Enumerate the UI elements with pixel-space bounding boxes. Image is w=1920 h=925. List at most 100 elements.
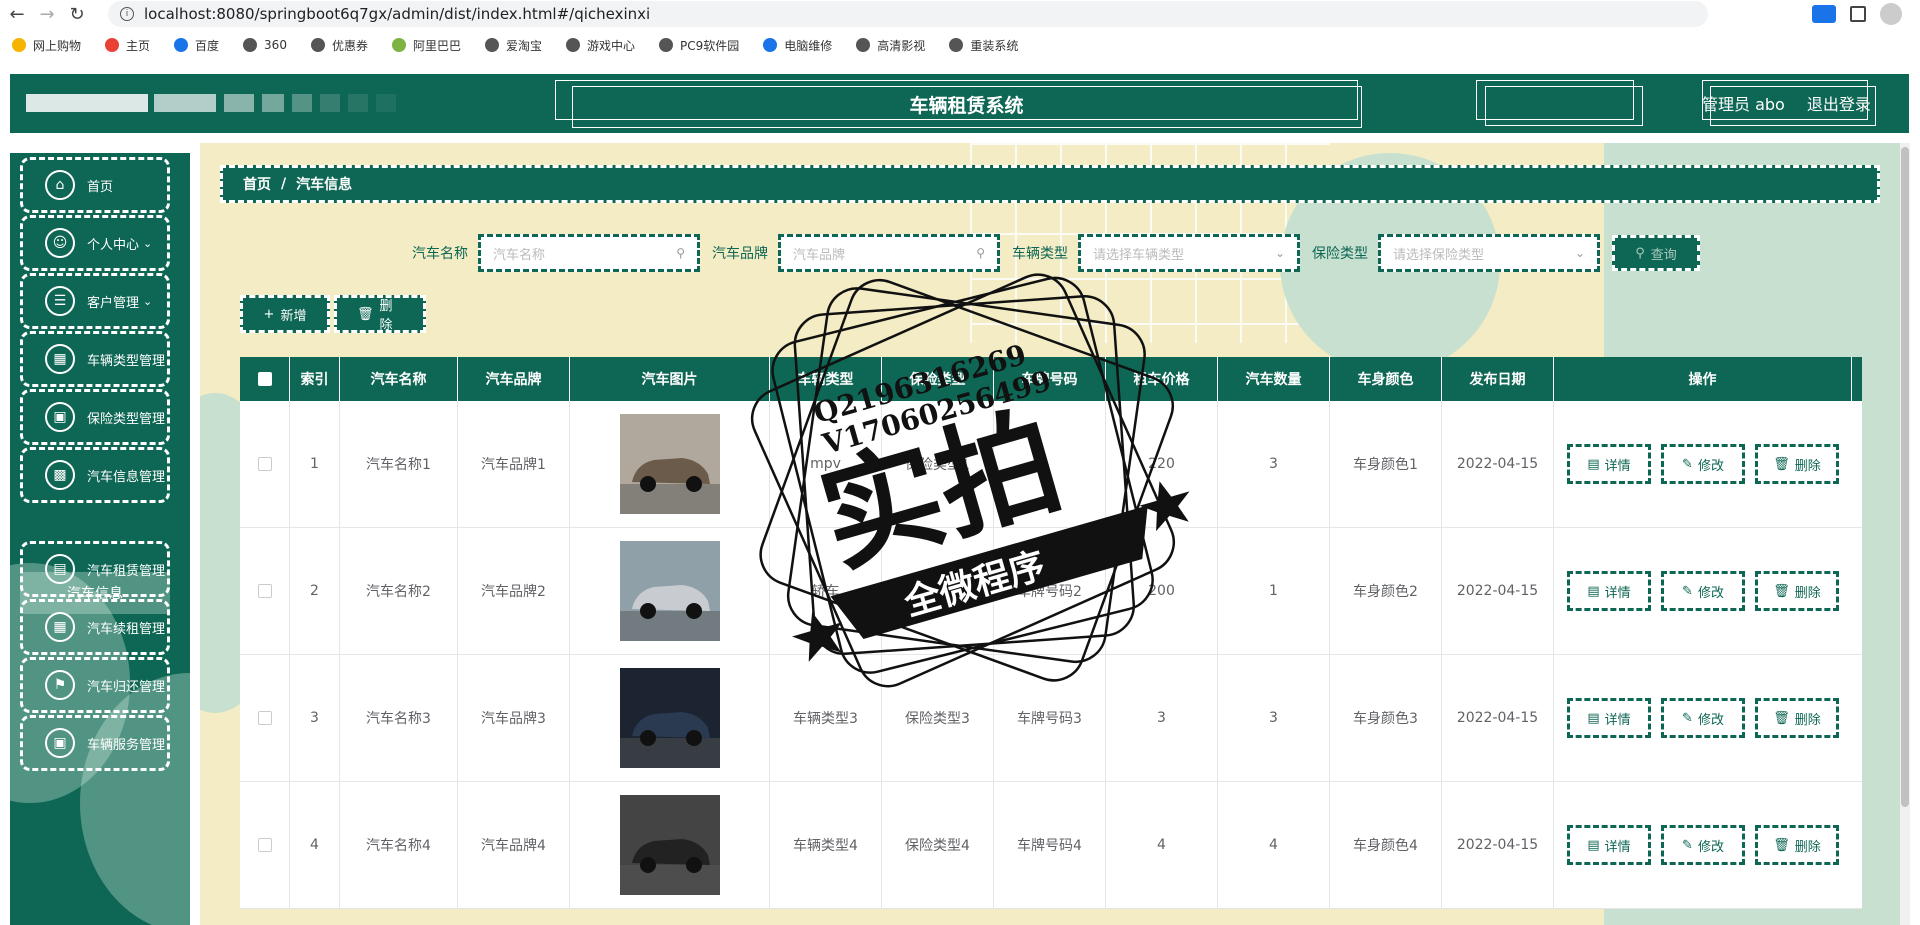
sidebar-item-8[interactable]: ⚑ 汽车归还管理: [20, 657, 170, 713]
sidebar-item-4[interactable]: ▣ 保险类型管理: [20, 389, 170, 445]
bookmark-item[interactable]: 电脑维修: [763, 37, 832, 54]
delete-row-label: 删除: [1794, 712, 1821, 728]
address-bar[interactable]: i localhost:8080/springboot6q7gx/admin/d…: [108, 1, 1708, 27]
row-select-cell[interactable]: [240, 655, 290, 781]
back-icon[interactable]: ←: [4, 1, 30, 27]
bookmark-item[interactable]: 360: [243, 38, 287, 52]
detail-button[interactable]: ▤ 详情: [1567, 698, 1651, 738]
delete-row-button[interactable]: 🗑 删除: [1755, 571, 1839, 611]
cell-index: 2: [290, 528, 340, 654]
car-name-input[interactable]: 汽车名称 ⚲: [478, 234, 700, 272]
logo-block: [262, 94, 284, 112]
sidebar-item-9[interactable]: ▣ 车辆服务管理: [20, 715, 170, 771]
add-button[interactable]: + 新增: [240, 295, 330, 333]
sidebar-item-6[interactable]: ▤ 汽车租赁管理: [20, 541, 170, 597]
chevron-down-icon: ⌄: [143, 294, 153, 308]
delete-row-label: 删除: [1794, 585, 1821, 601]
sidebar-item-3[interactable]: ▦ 车辆类型管理: [20, 331, 170, 387]
query-button[interactable]: ⚲ 查询: [1612, 235, 1700, 271]
car-brand-label: 汽车品牌: [712, 246, 768, 262]
search-icon: ⚲: [976, 246, 985, 260]
trash-icon: 🗑: [1773, 837, 1790, 853]
column-header: 汽车图片: [570, 357, 770, 401]
document-icon: ▤: [1587, 837, 1600, 853]
header-frame: [1485, 86, 1643, 126]
delete-row-button[interactable]: 🗑 删除: [1755, 698, 1839, 738]
rent-icon: ▤: [45, 554, 75, 584]
car-photo[interactable]: [619, 541, 720, 641]
car-name-label: 汽车名称: [412, 246, 468, 262]
sidebar-item-0[interactable]: ⌂ 首页: [20, 157, 170, 213]
cell-car-type: mpv: [770, 401, 882, 527]
row-checkbox[interactable]: [257, 838, 272, 852]
edit-button[interactable]: ✎ 修改: [1661, 825, 1745, 865]
bookmark-item[interactable]: 优惠券: [310, 37, 368, 54]
logo-block: [154, 94, 216, 112]
sidebar-item-1[interactable]: ☺ 个人中心 ⌄: [20, 215, 170, 271]
sidebar-item-2[interactable]: ☰ 客户管理 ⌄: [20, 273, 170, 329]
select-all-checkbox[interactable]: [257, 372, 272, 386]
bookmark-label: 优惠券: [331, 38, 368, 53]
row-checkbox[interactable]: [257, 457, 272, 471]
delete-row-button[interactable]: 🗑 删除: [1755, 444, 1839, 484]
bookmark-item[interactable]: 重装系统: [949, 37, 1018, 54]
car-table: 索引 汽车名称 汽车品牌 汽车图片 车辆类型 保险类型 车牌号码 租车价格 汽车数量 车身颜色 发布…: [240, 357, 1862, 909]
cell-operations: ▤ 详情 ✎ 修改 🗑 删除: [1554, 401, 1852, 527]
edit-button[interactable]: ✎ 修改: [1661, 444, 1745, 484]
info-icon[interactable]: i: [120, 7, 134, 21]
column-header: 汽车数量: [1218, 357, 1330, 401]
scrollbar[interactable]: [1900, 143, 1910, 925]
bookmark-label: 主页: [126, 38, 151, 53]
delete-row-button[interactable]: 🗑 删除: [1755, 825, 1839, 865]
bookmark-item[interactable]: 爱淘宝: [484, 37, 542, 54]
logout-button[interactable]: 退出登录: [1807, 91, 1871, 115]
detail-label: 详情: [1604, 839, 1631, 855]
sidebar-item-7[interactable]: ▦ 汽车续租管理: [20, 599, 170, 655]
scrollbar-thumb[interactable]: [1901, 147, 1909, 807]
bookmark-item[interactable]: 游戏中心: [566, 37, 635, 54]
row-select-cell[interactable]: [240, 401, 290, 527]
detail-button[interactable]: ▤ 详情: [1567, 444, 1651, 484]
reload-icon[interactable]: ↻: [64, 1, 90, 27]
car-photo[interactable]: [619, 414, 720, 514]
extension-icon[interactable]: [1812, 5, 1836, 23]
row-checkbox[interactable]: [257, 711, 272, 725]
cell-quantity: 4: [1218, 782, 1330, 908]
bookmark-item[interactable]: 主页: [105, 37, 150, 54]
bookmark-item[interactable]: 网上购物: [12, 37, 81, 54]
edit-button[interactable]: ✎ 修改: [1661, 698, 1745, 738]
bookmark-label: 阿里巴巴: [412, 38, 461, 53]
bookmark-item[interactable]: 阿里巴巴: [391, 37, 461, 54]
cell-car-name: 汽车名称2: [340, 528, 458, 654]
delete-button[interactable]: 🗑 删除: [334, 295, 426, 333]
detail-label: 详情: [1604, 712, 1631, 728]
row-select-cell[interactable]: [240, 528, 290, 654]
forward-icon[interactable]: →: [34, 1, 60, 27]
bookmark-item[interactable]: PC9软件园: [659, 37, 739, 54]
car-brand-placeholder: 汽车品牌: [793, 247, 846, 263]
detail-button[interactable]: ▤ 详情: [1567, 571, 1651, 611]
select-all-cell[interactable]: [240, 357, 290, 401]
row-checkbox[interactable]: [257, 584, 272, 598]
edit-button[interactable]: ✎ 修改: [1661, 571, 1745, 611]
bookmark-icon: [566, 38, 580, 52]
car-photo[interactable]: [619, 668, 720, 768]
delete-row-label: 删除: [1794, 839, 1821, 855]
bookmark-label: 电脑维修: [784, 38, 833, 53]
car-photo[interactable]: [619, 795, 720, 895]
row-select-cell[interactable]: [240, 782, 290, 908]
sidebar-item-5[interactable]: ▩ 汽车信息管理: [20, 447, 170, 503]
detail-button[interactable]: ▤ 详情: [1567, 825, 1651, 865]
bookmark-item[interactable]: 高清影视: [856, 37, 925, 54]
profile-avatar[interactable]: [1880, 3, 1902, 25]
bookmark-item[interactable]: 百度: [174, 37, 219, 54]
sidepanel-icon[interactable]: [1850, 6, 1866, 22]
breadcrumb-home[interactable]: 首页: [243, 174, 271, 194]
car-brand-input[interactable]: 汽车品牌 ⚲: [778, 234, 1000, 272]
cell-insurance-type: 保险类型1: [882, 401, 994, 527]
car-type-select[interactable]: 请选择车辆类型 ⌄: [1078, 234, 1300, 272]
user-area: 管理员 abo 退出登录: [1702, 88, 1871, 118]
chart-icon: ▩: [45, 460, 75, 490]
insurance-type-label: 保险类型: [1312, 246, 1368, 262]
insurance-type-select[interactable]: 请选择保险类型 ⌄: [1378, 234, 1600, 272]
